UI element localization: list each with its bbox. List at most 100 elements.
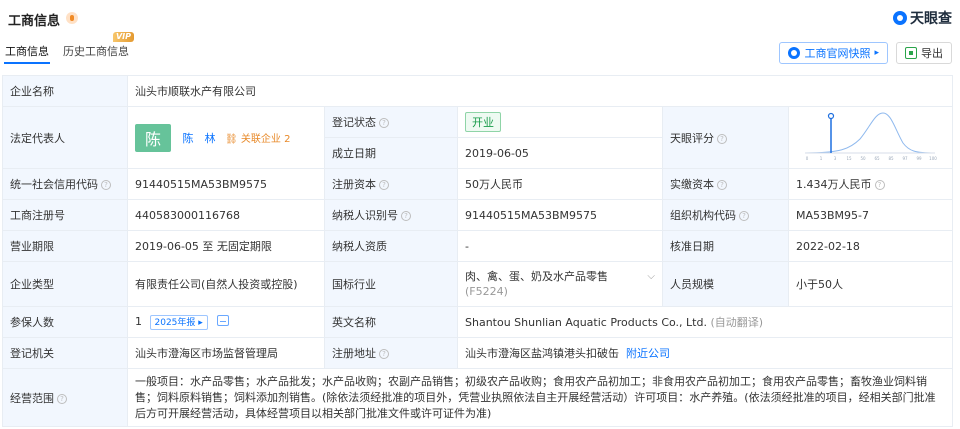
export-button[interactable]: 导出	[896, 42, 952, 64]
paid-capital-value: 1.434万人民币?	[787, 168, 954, 200]
business-info-table: 企业名称 汕头市顺联水产有限公司 法定代表人 陈 陈 林 ⛓ 关联企业 2 登记…	[2, 75, 954, 427]
scope-key: 经营范围?	[2, 368, 128, 427]
score-tick-label: 65	[874, 156, 880, 161]
brand-name: 天眼查	[910, 11, 952, 27]
table-row: 统一社会信用代码? 91440515MA53BM9575 注册资本? 50万人民…	[2, 168, 954, 200]
related-count: 2	[284, 134, 291, 145]
official-snapshot-button[interactable]: 工商官网快照 ▸	[779, 42, 888, 64]
credit-code-key: 统一社会信用代码?	[2, 168, 128, 200]
score-tick-label: 100	[929, 156, 937, 161]
taxpayer-id-key: 纳税人识别号?	[324, 199, 458, 231]
brand-icon	[893, 11, 907, 25]
credit-code-value: 91440515MA53BM9575	[127, 168, 325, 200]
toolbar: 工商官网快照 ▸ 导出	[779, 42, 952, 64]
paid-capital-key: 实缴资本?	[662, 168, 789, 200]
reg-status-label: 登记状态	[332, 116, 376, 129]
company-name-key: 企业名称	[2, 75, 128, 107]
table-row: 工商注册号 440583000116768 纳税人识别号? 91440515MA…	[2, 199, 954, 231]
insured-count: 1	[135, 314, 142, 328]
chevron-down-icon[interactable]: ⌵	[647, 269, 655, 284]
tab-history-info[interactable]: 历史工商信息 VIP	[62, 32, 134, 64]
table-row: 营业期限 2019-06-05 至 无固定期限 纳税人资质 - 核准日期 202…	[2, 230, 954, 262]
vip-badge: VIP	[112, 32, 134, 42]
score-tick-label: 3	[834, 156, 837, 161]
table-row: 企业名称 汕头市顺联水产有限公司	[2, 75, 954, 107]
help-icon[interactable]: ?	[401, 211, 411, 221]
related-companies[interactable]: ⛓ 关联企业 2	[225, 134, 290, 145]
help-icon[interactable]: ?	[101, 180, 111, 190]
annual-report-tag[interactable]: 2025年报 ▸	[149, 314, 208, 330]
help-icon[interactable]: ?	[874, 180, 885, 190]
reg-address-label: 注册地址	[332, 347, 376, 360]
insured-value: 1 2025年报 ▸	[127, 306, 325, 338]
export-icon	[905, 47, 917, 59]
org-code-value: MA53BM95-7	[787, 199, 954, 231]
scope-value: 一般项目：水产品零售；水产品批发；水产品收购；农副产品销售；初级农产品收购；食用…	[126, 368, 954, 427]
page-title: 工商信息	[8, 14, 61, 29]
tab-label: 历史工商信息	[63, 45, 129, 58]
score-curve	[804, 112, 936, 154]
industry-code: (F5224)	[465, 285, 508, 298]
industry-value[interactable]: 肉、禽、蛋、奶及水产品零售 (F5224) ⌵	[457, 261, 663, 307]
credit-code-label: 统一社会信用代码	[10, 178, 98, 191]
status-badge: 开业	[465, 112, 501, 132]
score-label: 天眼评分	[670, 131, 714, 145]
table-row: 登记机关 汕头市澄海区市场监督管理局 注册地址? 汕头市澄海区盐鸿镇港头扣破缶 …	[2, 337, 954, 369]
export-label: 导出	[921, 47, 943, 60]
reg-address-key: 注册地址?	[324, 337, 458, 369]
paid-capital-text: 1.434万人民币	[796, 178, 872, 191]
company-name-value: 汕头市顺联水产有限公司	[126, 75, 954, 107]
snapshot-label: 工商官网快照	[804, 47, 871, 60]
reg-status-key: 登记状态?	[324, 106, 458, 138]
score-chart-cell[interactable]: 0 1 3 15 50 65 85 97 99 100	[787, 106, 954, 169]
staff-size-key: 人员规模	[662, 261, 789, 307]
help-icon[interactable]: ?	[379, 180, 389, 190]
established-value: 2019-06-05	[457, 137, 663, 169]
help-icon[interactable]: ?	[379, 118, 389, 128]
reg-capital-value: 50万人民币	[457, 168, 663, 200]
help-icon[interactable]: ?	[717, 133, 727, 144]
approval-date-key: 核准日期	[662, 230, 789, 262]
score-tick-label: 97	[902, 156, 908, 161]
reg-capital-key: 注册资本?	[324, 168, 458, 200]
table-row: 参保人数 1 2025年报 ▸ 英文名称 Shantou Shunlian Aq…	[2, 306, 954, 338]
industry-text: 肉、禽、蛋、奶及水产品零售 (F5224)	[465, 269, 647, 299]
reg-authority-value: 汕头市澄海区市场监督管理局	[127, 337, 325, 369]
hint-icon[interactable]	[66, 12, 78, 24]
related-label: 关联企业	[240, 134, 281, 145]
help-icon[interactable]: ?	[57, 393, 67, 404]
nearby-companies-link[interactable]: 附近公司	[626, 347, 670, 360]
scope-label: 经营范围	[10, 391, 54, 405]
reg-number-value: 440583000116768	[127, 199, 325, 231]
legal-rep-name[interactable]: 陈 林	[183, 132, 216, 145]
score-tick-label: 50	[860, 156, 866, 161]
score-distribution-chart: 0 1 3 15 50 65 85 97 99 100	[804, 112, 937, 161]
reg-capital-label: 注册资本	[332, 178, 376, 191]
avatar[interactable]: 陈	[135, 123, 171, 152]
table-row: 企业类型 有限责任公司(自然人投资或控股) 国标行业 肉、禽、蛋、奶及水产品零售…	[2, 261, 954, 307]
reg-address-value: 汕头市澄海区盐鸿镇港头扣破缶 附近公司	[456, 337, 954, 369]
industry-key: 国标行业	[324, 261, 458, 307]
tab-business-info[interactable]: 工商信息	[4, 40, 50, 64]
help-icon[interactable]: ?	[739, 211, 749, 221]
score-tick-label: 1	[820, 156, 823, 161]
related-icon: ⛓	[225, 134, 238, 145]
score-tick-label: 15	[846, 156, 852, 161]
reg-address-text: 汕头市澄海区盐鸿镇港头扣破缶	[465, 347, 619, 360]
reg-status-value: 开业	[457, 106, 663, 138]
help-icon[interactable]: ?	[717, 180, 727, 190]
org-code-label: 组织机构代码	[670, 209, 736, 222]
industry-name: 肉、禽、蛋、奶及水产品零售	[465, 270, 608, 283]
taxpayer-id-label: 纳税人识别号	[332, 209, 398, 222]
tab-bar: 工商信息 历史工商信息 VIP	[4, 32, 134, 64]
score-tick-label: 99	[916, 156, 922, 161]
help-icon[interactable]: ?	[379, 349, 389, 359]
snapshot-icon	[788, 47, 801, 59]
table-row: 法定代表人 陈 陈 林 ⛓ 关联企业 2 登记状态? 开业 天眼评分? 0 1 3 1…	[2, 106, 954, 169]
legal-rep-cell: 陈 陈 林 ⛓ 关联企业 2	[127, 106, 325, 169]
insured-key: 参保人数	[2, 306, 128, 338]
org-code-key: 组织机构代码?	[662, 199, 789, 231]
term-value: 2019-06-05 至 无固定期限	[127, 230, 325, 262]
term-key: 营业期限	[2, 230, 128, 262]
trend-chart-icon[interactable]	[217, 314, 230, 326]
